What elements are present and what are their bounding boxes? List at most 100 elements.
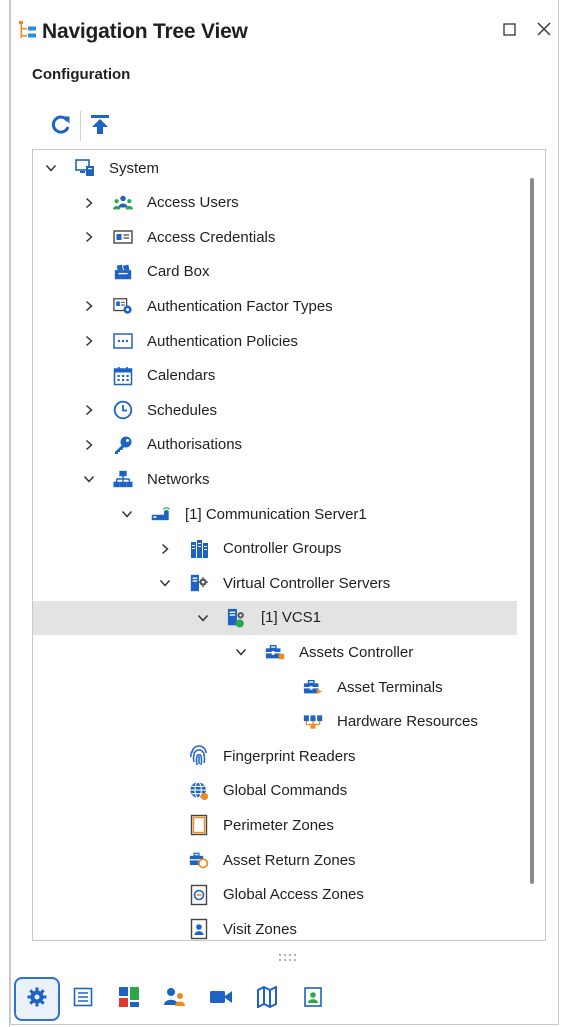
key-icon [113, 435, 133, 455]
tab-video[interactable] [198, 978, 244, 1020]
tree-node[interactable]: Visit Zones [33, 912, 517, 940]
assets-controller-icon [265, 642, 285, 662]
tree-node[interactable]: Assets Controller [33, 635, 517, 669]
contact-card-icon [304, 986, 322, 1012]
tree-node[interactable]: Authorisations [33, 428, 517, 462]
tree-toolbar [44, 108, 117, 144]
chevron-right-icon[interactable] [81, 298, 97, 314]
calendar-icon [113, 366, 133, 386]
chevron-down-icon[interactable] [81, 471, 97, 487]
tab-dashboard[interactable] [106, 978, 152, 1020]
tree-node[interactable]: Virtual Controller Servers [33, 566, 517, 600]
tree-node[interactable]: Schedules [33, 393, 517, 427]
clock-icon [113, 400, 133, 420]
chevron-right-icon[interactable] [81, 437, 97, 453]
tree-node-label: Schedules [147, 401, 218, 419]
tree-node[interactable]: Hardware Resources [33, 705, 517, 739]
chevron-down-icon[interactable] [119, 506, 135, 522]
virtual-server-icon [189, 573, 209, 593]
tree-node-label: Asset Terminals [337, 678, 443, 696]
maximize-icon [502, 20, 516, 41]
splitter-grip[interactable] [277, 950, 301, 961]
tree-node-label: Visit Zones [223, 920, 297, 938]
tree-node[interactable]: Calendars [33, 359, 517, 393]
chevron-down-icon[interactable] [233, 644, 249, 660]
asset-return-zone-icon [189, 850, 209, 870]
tree-node[interactable]: Asset Terminals [33, 670, 517, 704]
tree-node-label: Virtual Controller Servers [223, 574, 391, 592]
chevron-right-icon[interactable] [81, 195, 97, 211]
tab-contacts[interactable] [290, 978, 336, 1020]
maximize-button[interactable] [497, 18, 521, 42]
chevron-right-icon[interactable] [81, 229, 97, 245]
tree-node-label: Authorisations [147, 436, 243, 454]
panel-title: Navigation Tree View [42, 20, 248, 43]
vertical-scrollbar[interactable] [530, 178, 534, 884]
tree-node[interactable]: Fingerprint Readers [33, 739, 517, 773]
tree-node[interactable]: [1] Communication Server1 [33, 497, 517, 531]
tree-node[interactable]: System [33, 151, 517, 185]
chevron-right-icon[interactable] [157, 541, 173, 557]
tree-node[interactable]: Networks [33, 462, 517, 496]
global-access-zone-icon [189, 884, 209, 905]
tree-node-label: [1] Communication Server1 [185, 505, 367, 523]
gear-icon [26, 986, 48, 1013]
tree-node[interactable]: [1] VCS1 [33, 600, 517, 635]
fingerprint-icon [189, 745, 209, 766]
chevron-down-icon[interactable] [43, 160, 59, 176]
tab-configuration[interactable] [14, 977, 60, 1021]
tab-map[interactable] [244, 978, 290, 1020]
controller-groups-icon [189, 539, 209, 559]
collapse-to-top-icon [89, 113, 111, 140]
tree-node[interactable]: Global Commands [33, 774, 517, 808]
tree-node-label: Authentication Factor Types [147, 297, 333, 315]
chevron-right-icon[interactable] [81, 333, 97, 349]
tree-node[interactable]: Asset Return Zones [33, 843, 517, 877]
perimeter-zone-icon [189, 815, 209, 836]
video-camera-icon [209, 988, 233, 1011]
tree-node-label: Perimeter Zones [223, 816, 334, 834]
global-commands-icon [189, 781, 209, 801]
chevron-down-icon[interactable] [195, 610, 211, 626]
tree-node-label: Card Box [147, 263, 210, 281]
tree-node[interactable]: Authentication Policies [33, 324, 517, 358]
tree-node-label: Access Credentials [147, 228, 276, 246]
tree-node[interactable]: Controller Groups [33, 532, 517, 566]
tree-node[interactable]: Access Users [33, 186, 517, 220]
communication-server-icon [151, 504, 171, 524]
tree-node-label: Global Commands [223, 782, 348, 800]
tree-node[interactable]: Access Credentials [33, 220, 517, 254]
dashboard-icon [118, 986, 140, 1013]
tree-node-label: Controller Groups [223, 540, 342, 558]
hardware-resources-icon [303, 712, 323, 732]
tree-node[interactable]: Global Access Zones [33, 878, 517, 912]
navigation-tree[interactable]: System Access Users Access Credentials Card… [32, 149, 546, 941]
close-icon [537, 20, 551, 41]
tree-node[interactable]: Card Box [33, 255, 517, 289]
bottom-tab-bar [14, 976, 336, 1022]
tab-list[interactable] [60, 978, 106, 1020]
section-label: Configuration [32, 66, 131, 83]
title-bar: Navigation Tree View [18, 12, 248, 52]
chevron-right-icon[interactable] [81, 402, 97, 418]
system-computer-icon [75, 158, 95, 178]
refresh-button[interactable] [44, 109, 78, 143]
tab-users[interactable] [152, 978, 198, 1020]
collapse-all-button[interactable] [83, 109, 117, 143]
close-button[interactable] [532, 18, 556, 42]
chevron-down-icon[interactable] [157, 575, 173, 591]
tree-node-label: Access Users [147, 194, 239, 212]
users-icon [113, 193, 133, 213]
id-card-icon [113, 227, 133, 247]
network-icon [113, 469, 133, 489]
tree-node[interactable]: Perimeter Zones [33, 808, 517, 842]
tree-node[interactable]: Authentication Factor Types [33, 289, 517, 323]
